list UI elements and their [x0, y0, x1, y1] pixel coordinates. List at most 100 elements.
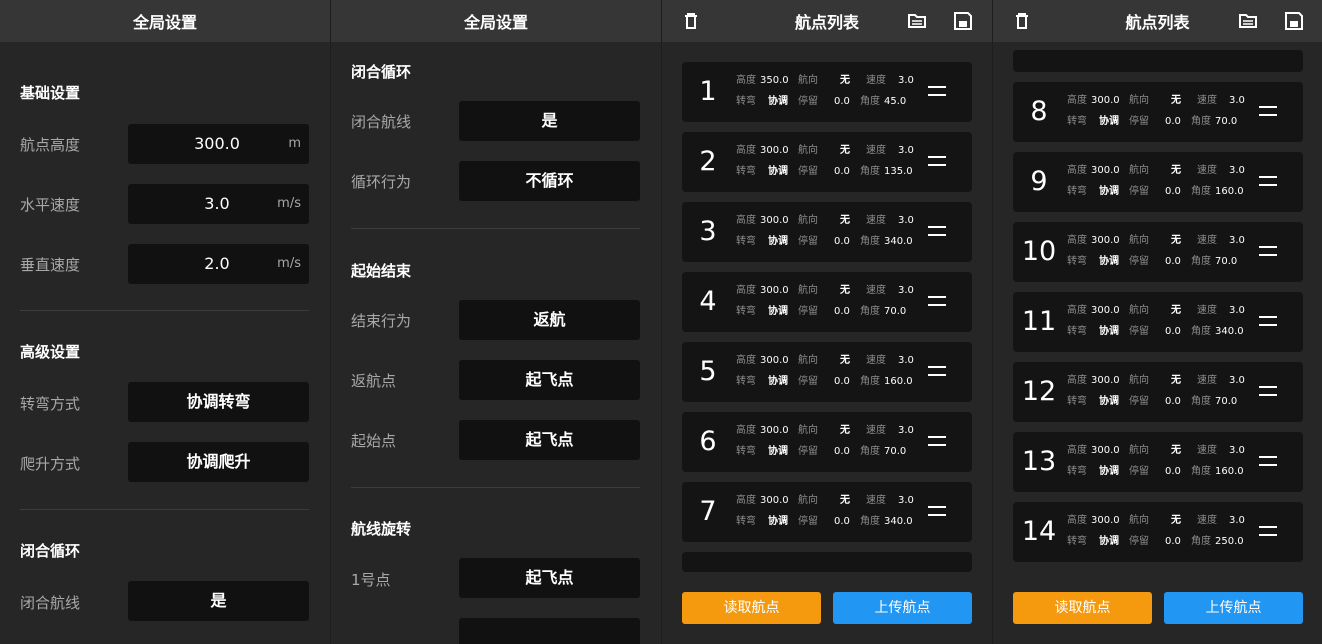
point1-select[interactable]: 起飞点 [459, 558, 640, 598]
speed-key: 速度 [1197, 235, 1217, 246]
turn-value: 协调 [1099, 536, 1119, 547]
loop-behavior-select[interactable]: 不循环 [459, 161, 640, 201]
drag-handle-icon[interactable] [928, 296, 946, 308]
angle-value: 340.0 [1215, 326, 1244, 337]
alt-key: 高度 [1067, 235, 1087, 246]
read-waypoints-button[interactable]: 读取航点 [1013, 592, 1152, 624]
waypoint-card-partial[interactable] [682, 552, 972, 572]
alt-value: 300.0 [1091, 515, 1120, 526]
return-point-select[interactable]: 起飞点 [459, 360, 640, 400]
stay-key: 停留 [1129, 466, 1149, 477]
drag-handle-icon[interactable] [928, 156, 946, 168]
vspeed-field[interactable]: 2.0 m/s [128, 244, 309, 284]
divider [351, 228, 640, 229]
heading-value: 无 [1171, 375, 1181, 386]
waypoint-list-panel: 航点列表 1 高度 350.0 航向无速度 3.0 转弯 协调 停留 0.0 角度 45.0 2 高度 3… [662, 0, 992, 644]
alt-key: 高度 [736, 145, 756, 156]
heading-value: 无 [840, 145, 850, 156]
turn-mode-select[interactable]: 协调转弯 [128, 382, 309, 422]
hspeed-field[interactable]: 3.0 m/s [128, 184, 309, 224]
angle-value: 135.0 [884, 166, 913, 177]
waypoint-card[interactable]: 3 高度 300.0 航向 无 速度 3.0 转弯 协调 停留 0.0 角度 340.0 [682, 202, 972, 262]
drag-handle-icon[interactable] [1259, 316, 1277, 328]
drag-handle-icon[interactable] [1259, 106, 1277, 118]
stay-value: 0.0 [1165, 256, 1181, 267]
waypoint-info: 高度 300.0 航向 无 速度 3.0 转弯 协调 停留 0.0 角度 250.0 [1067, 502, 1257, 562]
drag-handle-icon[interactable] [1259, 526, 1277, 538]
waypoint-card[interactable]: 11 高度 300.0 航向 无 速度 3.0 转弯 协调 停留 0.0 角度 340.0 [1013, 292, 1303, 352]
angle-key: 角度 [860, 96, 880, 107]
turn-key: 转弯 [1067, 396, 1087, 407]
start-point-select[interactable]: 起飞点 [459, 420, 640, 460]
waypoint-info: 高度 300.0 航向 无 速度 3.0 转弯 协调 停留 0.0 角度 340.0 [1067, 292, 1257, 352]
drag-handle-icon[interactable] [1259, 386, 1277, 398]
waypoint-info: 高度 300.0 航向 无 速度 3.0 转弯 协调 停留 0.0 角度 160.0 [1067, 432, 1257, 492]
stay-key: 停留 [1129, 326, 1149, 337]
heading-key: 航向 [798, 215, 818, 226]
altitude-unit: m [288, 136, 301, 151]
drag-handle-icon[interactable] [928, 436, 946, 448]
read-waypoints-button[interactable]: 读取航点 [682, 592, 821, 624]
stay-key: 停留 [1129, 256, 1149, 267]
waypoint-card[interactable]: 7 高度 300.0 航向 无 速度 3.0 转弯 协调 停留 0.0 角度 340.0 [682, 482, 972, 542]
drag-handle-icon[interactable] [1259, 456, 1277, 468]
upload-waypoints-button[interactable]: 上传航点 [1164, 592, 1303, 624]
climb-mode-select[interactable]: 协调爬升 [128, 442, 309, 482]
turn-value: 协调 [768, 96, 788, 107]
waypoint-card[interactable]: 12 高度 300.0 航向 无 速度 3.0 转弯 协调 停留 0.0 角度 70.0 [1013, 362, 1303, 422]
heading-key: 航向 [1129, 165, 1149, 176]
closed-route-select[interactable]: 是 [459, 101, 640, 141]
turn-value: 协调 [1099, 116, 1119, 127]
drag-handle-icon[interactable] [1259, 176, 1277, 188]
panel-title: 全局设置 [132, 13, 197, 32]
altitude-field[interactable]: 300.0 m [128, 124, 309, 164]
waypoint-info: 高度 300.0 航向 无 速度 3.0 转弯 协调 停留 0.0 角度 70.0 [1067, 362, 1257, 422]
stay-value: 0.0 [1165, 396, 1181, 407]
drag-handle-icon[interactable] [928, 86, 946, 98]
waypoint-card[interactable]: 2 高度 300.0 航向 无 速度 3.0 转弯 协调 停留 0.0 角度 135.0 [682, 132, 972, 192]
closed-route-select[interactable]: 是 [128, 581, 309, 621]
save-icon[interactable] [952, 10, 974, 32]
folder-icon[interactable] [1237, 10, 1259, 32]
waypoint-card[interactable]: 10 高度 300.0 航向 无 速度 3.0 转弯 协调 停留 0.0 角度 70.0 [1013, 222, 1303, 282]
start-point-label: 起始点 [351, 432, 397, 450]
angle-key: 角度 [1191, 256, 1211, 267]
waypoint-card[interactable]: 6 高度 300.0 航向 无 速度 3.0 转弯 协调 停留 0.0 角度 70.0 [682, 412, 972, 472]
alt-value: 300.0 [1091, 305, 1120, 316]
drag-handle-icon[interactable] [928, 506, 946, 518]
trash-icon[interactable] [680, 10, 702, 32]
trash-icon[interactable] [1011, 10, 1033, 32]
upload-waypoints-button[interactable]: 上传航点 [833, 592, 972, 624]
stay-value: 0.0 [1165, 466, 1181, 477]
divider [20, 310, 309, 311]
end-behavior-select[interactable]: 返航 [459, 300, 640, 340]
waypoint-card[interactable]: 4 高度 300.0 航向 无 速度 3.0 转弯 协调 停留 0.0 角度 70.0 [682, 272, 972, 332]
turn-value: 协调 [768, 236, 788, 247]
waypoint-number: 10 [1021, 236, 1057, 267]
heading-key: 航向 [1129, 515, 1149, 526]
stay-value: 0.0 [834, 96, 850, 107]
save-icon[interactable] [1283, 10, 1305, 32]
folder-icon[interactable] [906, 10, 928, 32]
waypoint-card-partial[interactable] [1013, 50, 1303, 72]
angle-value: 160.0 [1215, 186, 1244, 197]
speed-key: 速度 [1197, 305, 1217, 316]
drag-handle-icon[interactable] [928, 366, 946, 378]
waypoint-card[interactable]: 9 高度 300.0 航向 无 速度 3.0 转弯 协调 停留 0.0 角度 160.0 [1013, 152, 1303, 212]
turn-value: 协调 [768, 376, 788, 387]
waypoint-card[interactable]: 14 高度 300.0 航向 无 速度 3.0 转弯 协调 停留 0.0 角度 250.0 [1013, 502, 1303, 562]
speed-key: 速度 [1197, 375, 1217, 386]
global-settings-panel-scrolled: 全局设置 闭合循环 闭合航线 是 循环行为 不循环 起始结束 结束行为 返航 返… [331, 0, 661, 644]
waypoint-card[interactable]: 1 高度 350.0 航向 无 速度 3.0 转弯 协调 停留 0.0 角度 45.0 [682, 62, 972, 122]
angle-key: 角度 [1191, 536, 1211, 547]
drag-handle-icon[interactable] [1259, 246, 1277, 258]
waypoint-card[interactable]: 13 高度 300.0 航向 无 速度 3.0 转弯 协调 停留 0.0 角度 160.0 [1013, 432, 1303, 492]
drag-handle-icon[interactable] [928, 226, 946, 238]
section-rotation-title: 航线旋转 [351, 520, 412, 538]
closed-route-label: 闭合航线 [351, 113, 412, 131]
angle-value: 70.0 [884, 306, 907, 317]
waypoint-card[interactable]: 5 高度 300.0 航向 无 速度 3.0 转弯 协调 停留 0.0 角度 160.0 [682, 342, 972, 402]
waypoint-card[interactable]: 8 高度 300.0 航向 无 速度 3.0 转弯 协调 停留 0.0 角度 70.0 [1013, 82, 1303, 142]
heading-value: 无 [840, 495, 850, 506]
next-select-partial[interactable] [459, 618, 640, 644]
